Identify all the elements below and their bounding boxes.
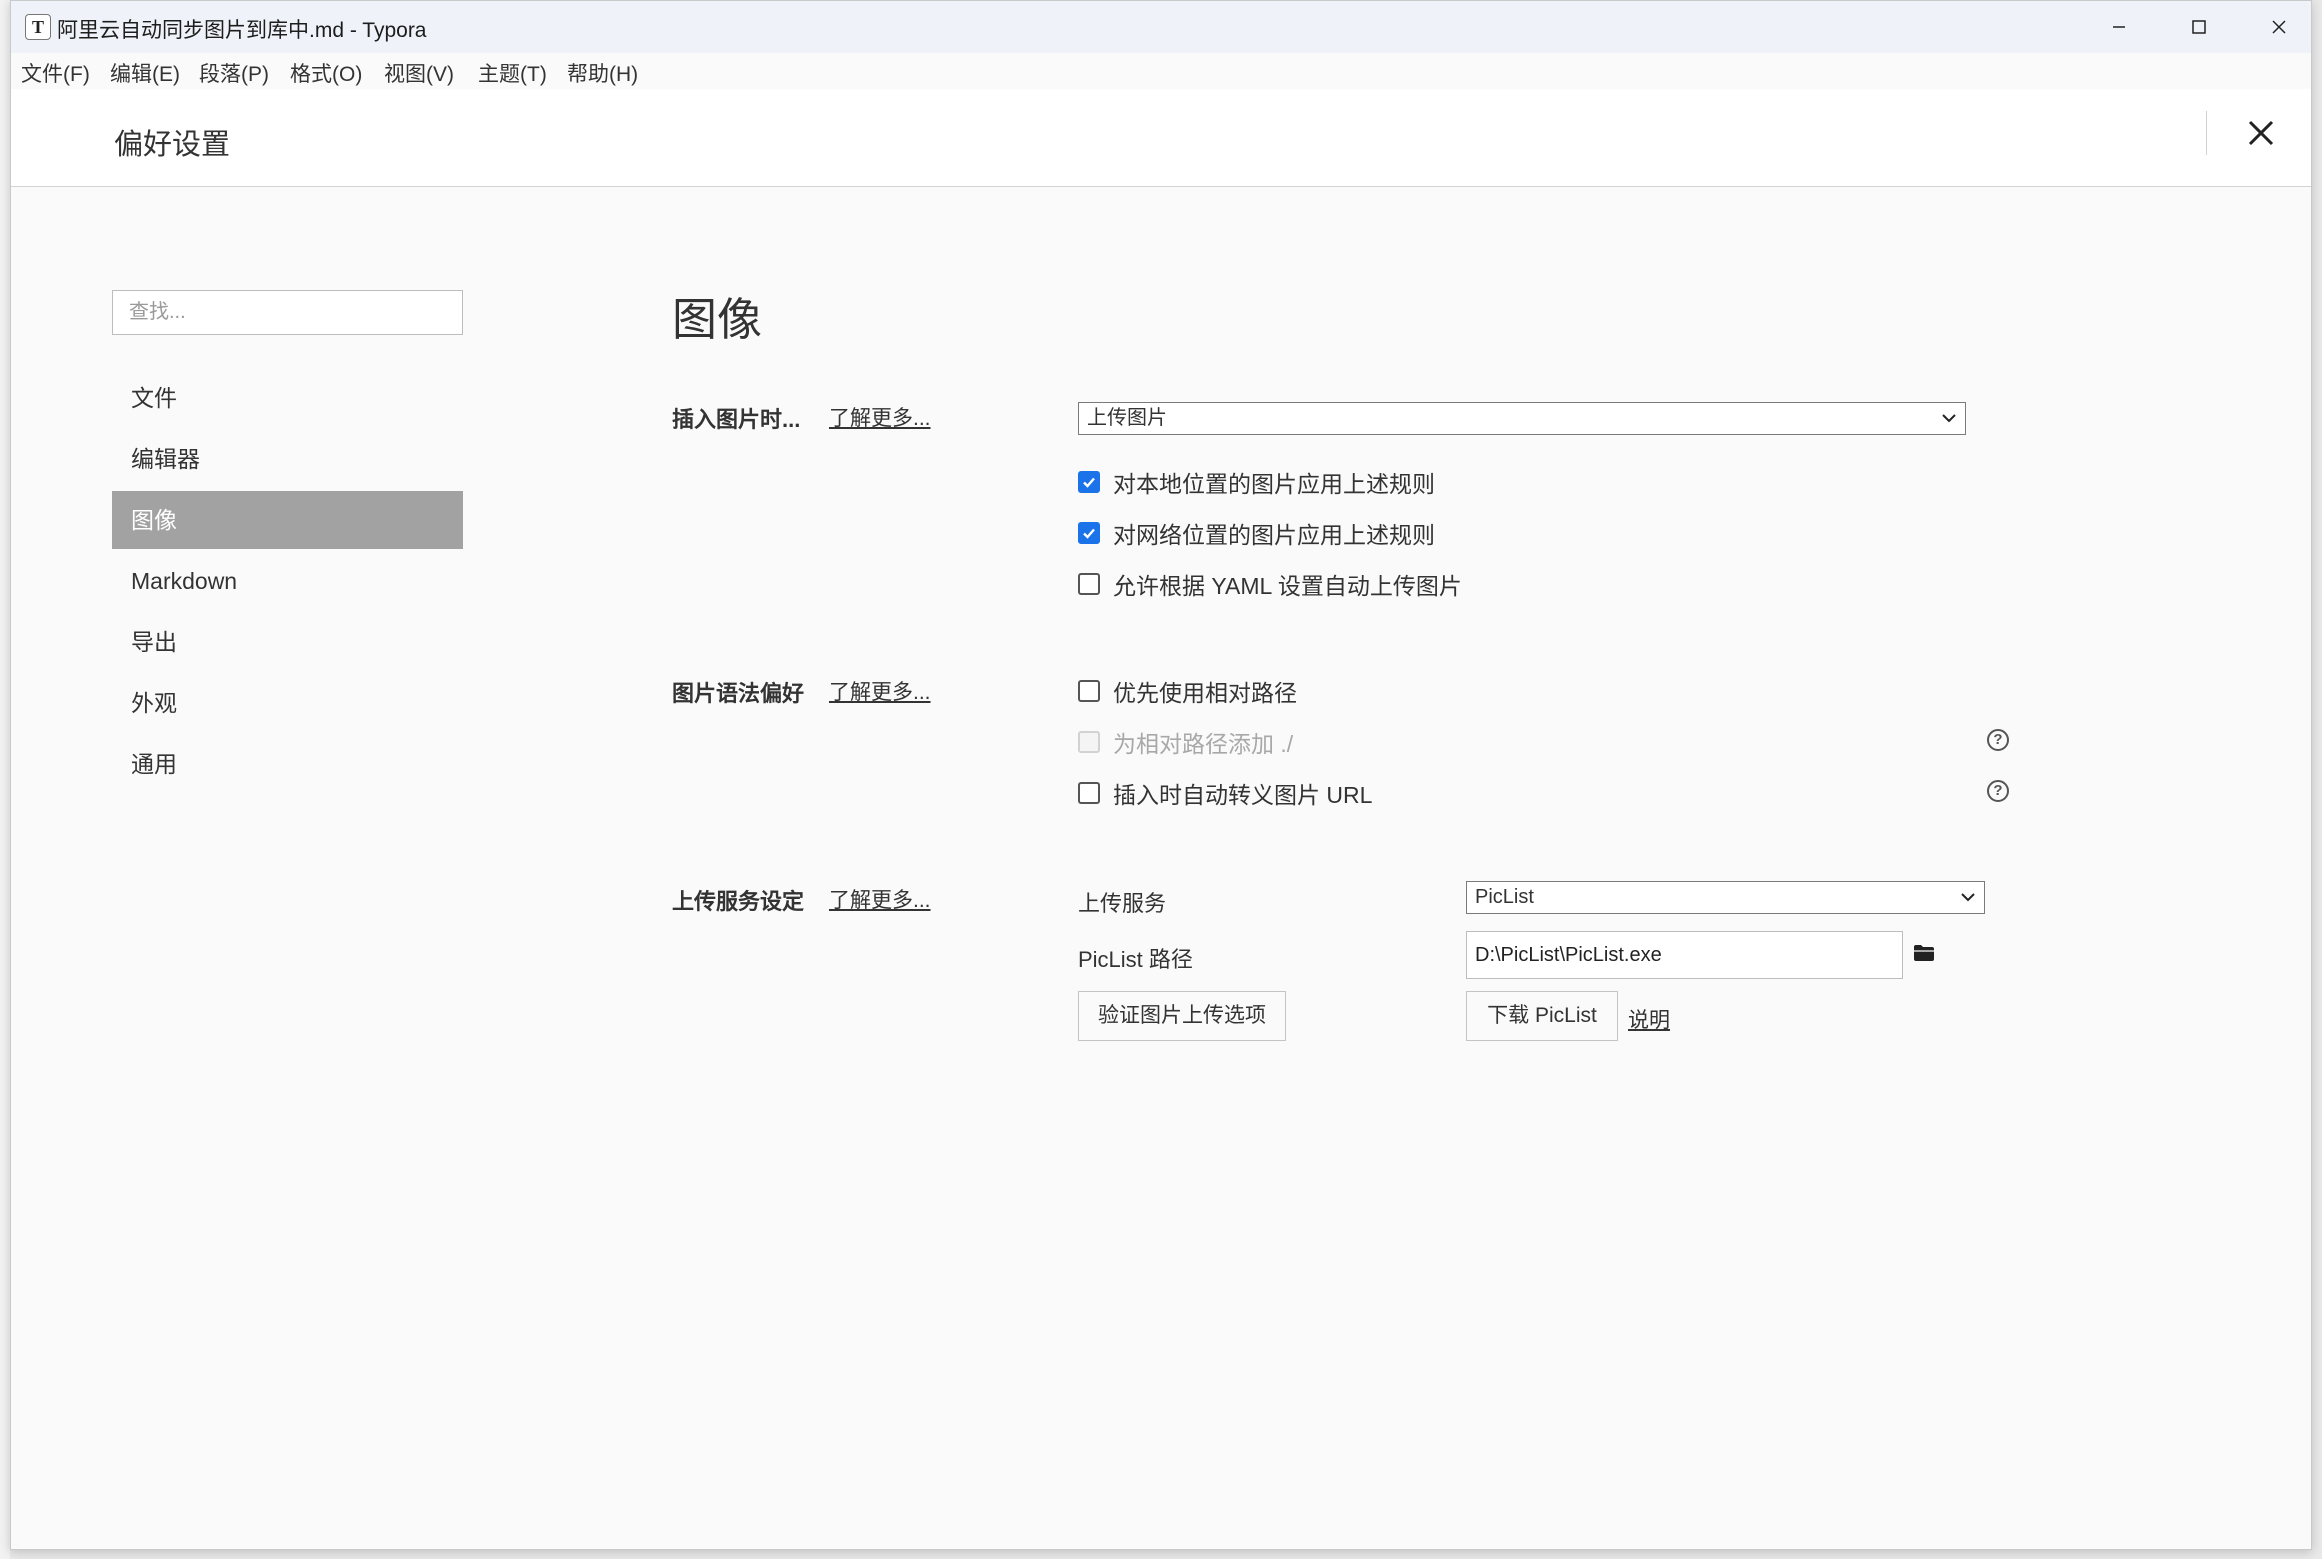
- upload-service-settings-label: 上传服务设定: [672, 889, 805, 914]
- close-window-button[interactable]: [2239, 1, 2311, 53]
- docs-link[interactable]: 说明: [1628, 1004, 1670, 1034]
- title-bar: T 阿里云自动同步图片到库中.md - Typora: [11, 1, 2311, 53]
- apply-local-label: 对本地位置的图片应用上述规则: [1113, 471, 1435, 497]
- escape-url-label: 插入时自动转义图片 URL: [1113, 782, 1373, 808]
- apply-network-row[interactable]: 对网络位置的图片应用上述规则: [1078, 518, 1435, 548]
- add-dot-slash-label: 为相对路径添加 ./: [1113, 731, 1294, 757]
- piclist-path-input[interactable]: [1466, 931, 1903, 979]
- folder-icon: [1914, 945, 1934, 961]
- check-icon: [1083, 477, 1095, 488]
- close-icon: [2272, 20, 2286, 34]
- menu-edit[interactable]: 编辑(E): [110, 58, 180, 88]
- sidebar-item-appearance[interactable]: 外观: [112, 674, 463, 732]
- section-title: 图像: [672, 294, 763, 345]
- sidebar-item-file[interactable]: 文件: [112, 369, 463, 427]
- help-icon[interactable]: ?: [1987, 729, 2009, 751]
- sidebar-item-editor[interactable]: 编辑器: [112, 430, 463, 488]
- check-icon: [1083, 528, 1095, 539]
- insert-learn-more-link[interactable]: 了解更多...: [829, 402, 931, 432]
- sidebar-item-markdown[interactable]: Markdown: [112, 552, 463, 610]
- syntax-learn-more-link[interactable]: 了解更多...: [829, 676, 931, 706]
- yaml-upload-checkbox[interactable]: [1078, 573, 1100, 595]
- typora-window: T 阿里云自动同步图片到库中.md - Typora 文件(F) 编辑(E) 段…: [10, 0, 2312, 1550]
- upload-service-label: 上传服务: [1078, 891, 1167, 916]
- menu-bar: 文件(F) 编辑(E) 段落(P) 格式(O) 视图(V) 主题(T) 帮助(H…: [11, 53, 2311, 89]
- sidebar-item-export[interactable]: 导出: [112, 613, 463, 671]
- page-title: 偏好设置: [114, 129, 231, 161]
- maximize-button[interactable]: [2159, 1, 2239, 53]
- menu-theme[interactable]: 主题(T): [478, 58, 547, 88]
- menu-paragraph[interactable]: 段落(P): [199, 58, 269, 88]
- prefer-relative-checkbox[interactable]: [1078, 680, 1100, 702]
- insert-action-value: 上传图片: [1087, 407, 1167, 429]
- prefer-relative-row[interactable]: 优先使用相对路径: [1078, 676, 1297, 706]
- insert-image-label: 插入图片时...: [672, 407, 801, 432]
- add-dot-slash-row: 为相对路径添加 ./: [1078, 727, 1293, 757]
- sidebar-item-general[interactable]: 通用: [112, 735, 463, 793]
- apply-network-checkbox[interactable]: [1078, 522, 1100, 544]
- folder-icon[interactable]: [1913, 944, 1935, 967]
- minimize-button[interactable]: [2079, 1, 2159, 53]
- apply-network-label: 对网络位置的图片应用上述规则: [1113, 522, 1435, 548]
- minimize-icon: [2113, 26, 2125, 28]
- add-dot-slash-checkbox: [1078, 731, 1100, 753]
- menu-file[interactable]: 文件(F): [21, 58, 90, 88]
- maximize-icon: [2192, 20, 2206, 34]
- escape-url-row[interactable]: 插入时自动转义图片 URL: [1078, 778, 1372, 808]
- prefer-relative-label: 优先使用相对路径: [1113, 680, 1297, 706]
- chevron-down-icon: [1961, 893, 1975, 902]
- sidebar-item-image[interactable]: 图像: [112, 491, 463, 549]
- menu-view[interactable]: 视图(V): [384, 58, 454, 88]
- background-window-edge: [0, 0, 10, 1559]
- apply-local-checkbox[interactable]: [1078, 471, 1100, 493]
- menu-format[interactable]: 格式(O): [290, 58, 362, 88]
- yaml-upload-row[interactable]: 允许根据 YAML 设置自动上传图片: [1078, 569, 1462, 599]
- menu-help[interactable]: 帮助(H): [567, 58, 638, 88]
- insert-action-select[interactable]: 上传图片: [1078, 402, 1966, 435]
- close-icon: [2248, 120, 2274, 146]
- typora-app-icon: T: [25, 14, 51, 40]
- close-preferences-button[interactable]: [2239, 111, 2283, 155]
- download-piclist-button[interactable]: 下载 PicList: [1466, 991, 1618, 1041]
- image-syntax-label: 图片语法偏好: [672, 681, 805, 706]
- escape-url-checkbox[interactable]: [1078, 782, 1100, 804]
- piclist-path-label: PicList 路径: [1078, 947, 1193, 972]
- preferences-header: 偏好设置: [11, 89, 2311, 187]
- yaml-upload-label: 允许根据 YAML 设置自动上传图片: [1113, 573, 1462, 599]
- verify-upload-button[interactable]: 验证图片上传选项: [1078, 991, 1286, 1041]
- search-input[interactable]: [112, 290, 463, 335]
- window-title: 阿里云自动同步图片到库中.md - Typora: [57, 19, 427, 42]
- header-divider: [2206, 111, 2207, 155]
- apply-local-row[interactable]: 对本地位置的图片应用上述规则: [1078, 467, 1435, 497]
- help-icon[interactable]: ?: [1987, 780, 2009, 802]
- upload-learn-more-link[interactable]: 了解更多...: [829, 884, 931, 914]
- upload-service-value: PicList: [1475, 886, 1534, 908]
- chevron-down-icon: [1942, 414, 1956, 423]
- upload-service-select[interactable]: PicList: [1466, 881, 1985, 914]
